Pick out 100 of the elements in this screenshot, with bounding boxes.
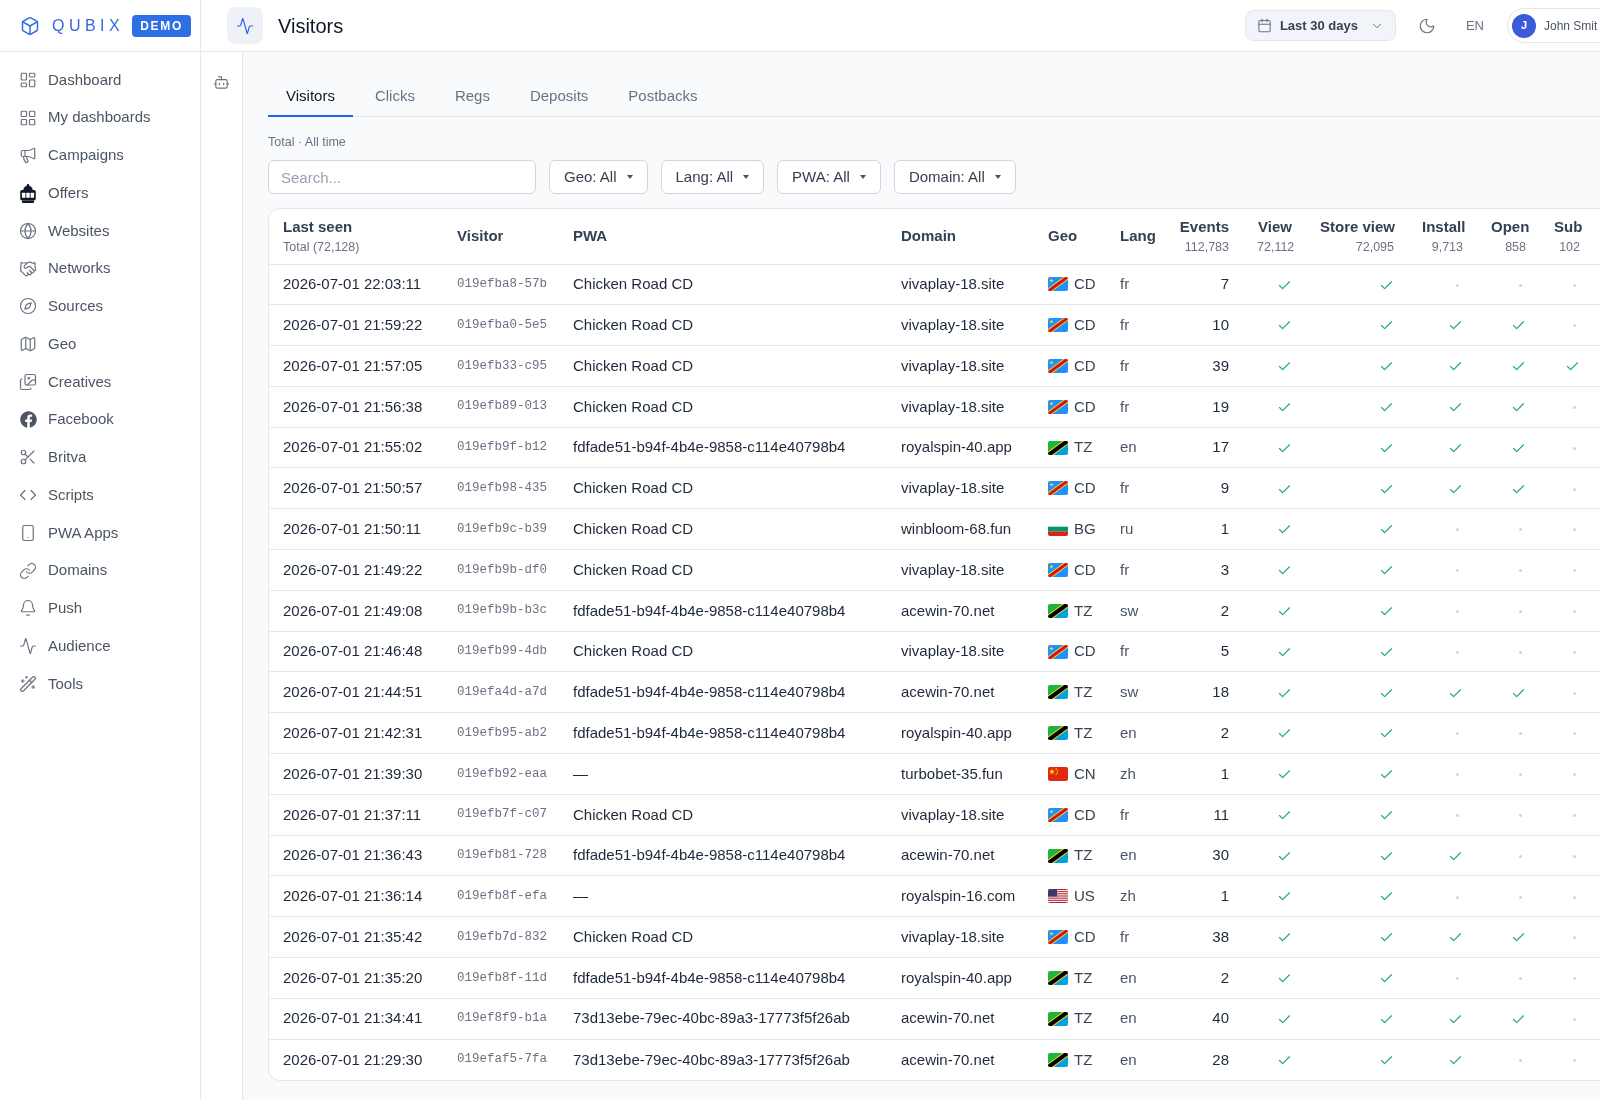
table-cell: acewin-70.net [887, 998, 1034, 1040]
table-cell: ru [1106, 508, 1161, 550]
country-code: TZ [1074, 1008, 1093, 1029]
visitor-id: 019efa4d-a7d [443, 671, 559, 713]
country-code: TZ [1074, 600, 1093, 621]
summary-text: Total · All time [268, 134, 346, 150]
tab[interactable]: Visitors [268, 77, 353, 117]
handshake-icon [19, 259, 37, 278]
table-cell: 17 [1161, 427, 1243, 468]
column-total: Total (72,128) [283, 239, 361, 256]
table-cell: — [559, 753, 887, 795]
sidebar-item[interactable]: Audience [0, 627, 200, 665]
column-header: Sub [1554, 217, 1580, 238]
sidebar-item[interactable]: Networks [0, 249, 200, 288]
table-cell: 28 [1161, 1039, 1243, 1080]
table-cell: 3 [1161, 549, 1243, 591]
table-cell: zh [1106, 753, 1161, 795]
sidebar-item[interactable]: Offers [0, 174, 200, 212]
flag-icon [1048, 399, 1068, 414]
sidebar-item[interactable]: Creatives [0, 363, 200, 401]
flag-icon [1048, 766, 1068, 781]
brand-name: QUBIX [52, 15, 125, 36]
sidebar-item[interactable]: Websites [0, 212, 200, 250]
table-cell: 2026-07-01 21:49:08 [269, 590, 443, 632]
table-cell: en [1106, 957, 1161, 999]
table-cell: 9 [1161, 468, 1243, 509]
flag-icon [1048, 970, 1068, 985]
table-cell: 2026-07-01 21:39:30 [269, 753, 443, 795]
sidebar-item[interactable]: PWA Apps [0, 514, 200, 552]
tab[interactable]: Deposits [511, 77, 607, 117]
search-field[interactable]: Search... [268, 160, 536, 194]
column-header: Last seen [283, 217, 354, 238]
table-cell: Chicken Road CD [559, 386, 887, 428]
filter-dropdown[interactable]: Domain: All [893, 160, 1016, 194]
table-cell: 2 [1161, 712, 1243, 754]
scissors-icon [19, 448, 37, 467]
column-header: Domain [887, 209, 1034, 264]
sidebar-item[interactable]: Tools [0, 665, 200, 703]
table-cell: 2026-07-01 21:37:11 [269, 794, 443, 836]
robot-icon[interactable] [213, 74, 230, 91]
theme-toggle-button[interactable] [1417, 16, 1436, 35]
table-cell: vivaplay-18.site [887, 549, 1034, 591]
flag-icon [1048, 726, 1068, 741]
table-cell: acewin-70.net [887, 671, 1034, 713]
table-cell: 40 [1161, 998, 1243, 1040]
sidebar-item[interactable]: Push [0, 589, 200, 628]
map-icon [19, 335, 37, 354]
sidebar-item[interactable]: Campaigns [0, 136, 200, 175]
country-code: CD [1074, 274, 1096, 295]
visitor-id: 019efb9b-df0 [443, 549, 559, 591]
compass-icon [19, 297, 37, 316]
table-cell: royalspin-40.app [887, 712, 1034, 754]
filter-dropdown[interactable]: Lang: All [660, 160, 765, 194]
table-cell: 1 [1161, 753, 1243, 795]
country-code: TZ [1074, 437, 1093, 458]
f-logo-icon [19, 411, 37, 429]
sidebar-item[interactable]: Domains [0, 551, 200, 590]
table-cell: 2026-07-01 21:57:05 [269, 345, 443, 387]
sidebar-item[interactable]: Britva [0, 438, 200, 477]
table-cell: 19 [1161, 386, 1243, 428]
column-header: View [1257, 217, 1292, 238]
cube-logo-icon [20, 15, 40, 36]
visitor-id: 019efb8f-11d [443, 957, 559, 999]
user-menu[interactable]: J John Smit [1507, 8, 1600, 43]
column-header: PWA [559, 209, 887, 264]
visitor-id: 019ef8f9-b1a [443, 998, 559, 1040]
table-cell: fr [1106, 264, 1161, 305]
language-button[interactable]: EN [1465, 15, 1484, 36]
country-code: CD [1074, 314, 1096, 335]
date-range-button[interactable]: Last 30 days [1244, 10, 1396, 41]
table-cell: en [1106, 427, 1161, 468]
table-cell: 2026-07-01 21:36:43 [269, 835, 443, 876]
sidebar-item[interactable]: Sources [0, 287, 200, 326]
table-cell: turbobet-35.fun [887, 753, 1034, 795]
table-cell: fdfade51-b94f-4b4e-9858-c114e40798b4 [559, 712, 887, 754]
sidebar-item[interactable]: My dashboards [0, 98, 200, 137]
visitor-id: 019efba8-57b [443, 264, 559, 305]
sidebar-item[interactable]: Dashboard [0, 61, 200, 99]
sidebar-item[interactable]: Facebook [0, 400, 200, 439]
table-cell: royalspin-40.app [887, 957, 1034, 999]
country-code: CD [1074, 478, 1096, 499]
table-cell: fr [1106, 916, 1161, 958]
country-code: CD [1074, 804, 1096, 825]
country-code: CD [1074, 355, 1096, 376]
flag-icon [1048, 603, 1068, 618]
table-cell: 38 [1161, 916, 1243, 958]
country-code: CD [1074, 396, 1096, 417]
page-title: Visitors [278, 13, 344, 39]
tab[interactable]: Postbacks [610, 77, 716, 117]
country-code: TZ [1074, 1049, 1093, 1070]
sidebar-item[interactable]: Geo [0, 325, 200, 363]
sidebar-item[interactable]: Scripts [0, 476, 200, 514]
tab[interactable]: Clicks [356, 77, 433, 117]
tab[interactable]: Regs [436, 77, 508, 117]
table-cell: Chicken Road CD [559, 468, 887, 509]
filter-dropdown[interactable]: PWA: All [777, 160, 881, 194]
country-code: CN [1074, 763, 1096, 784]
filter-dropdown[interactable]: Geo: All [549, 160, 648, 194]
column-total: 72,095 [1354, 239, 1394, 256]
dashboard-icon [19, 70, 37, 89]
